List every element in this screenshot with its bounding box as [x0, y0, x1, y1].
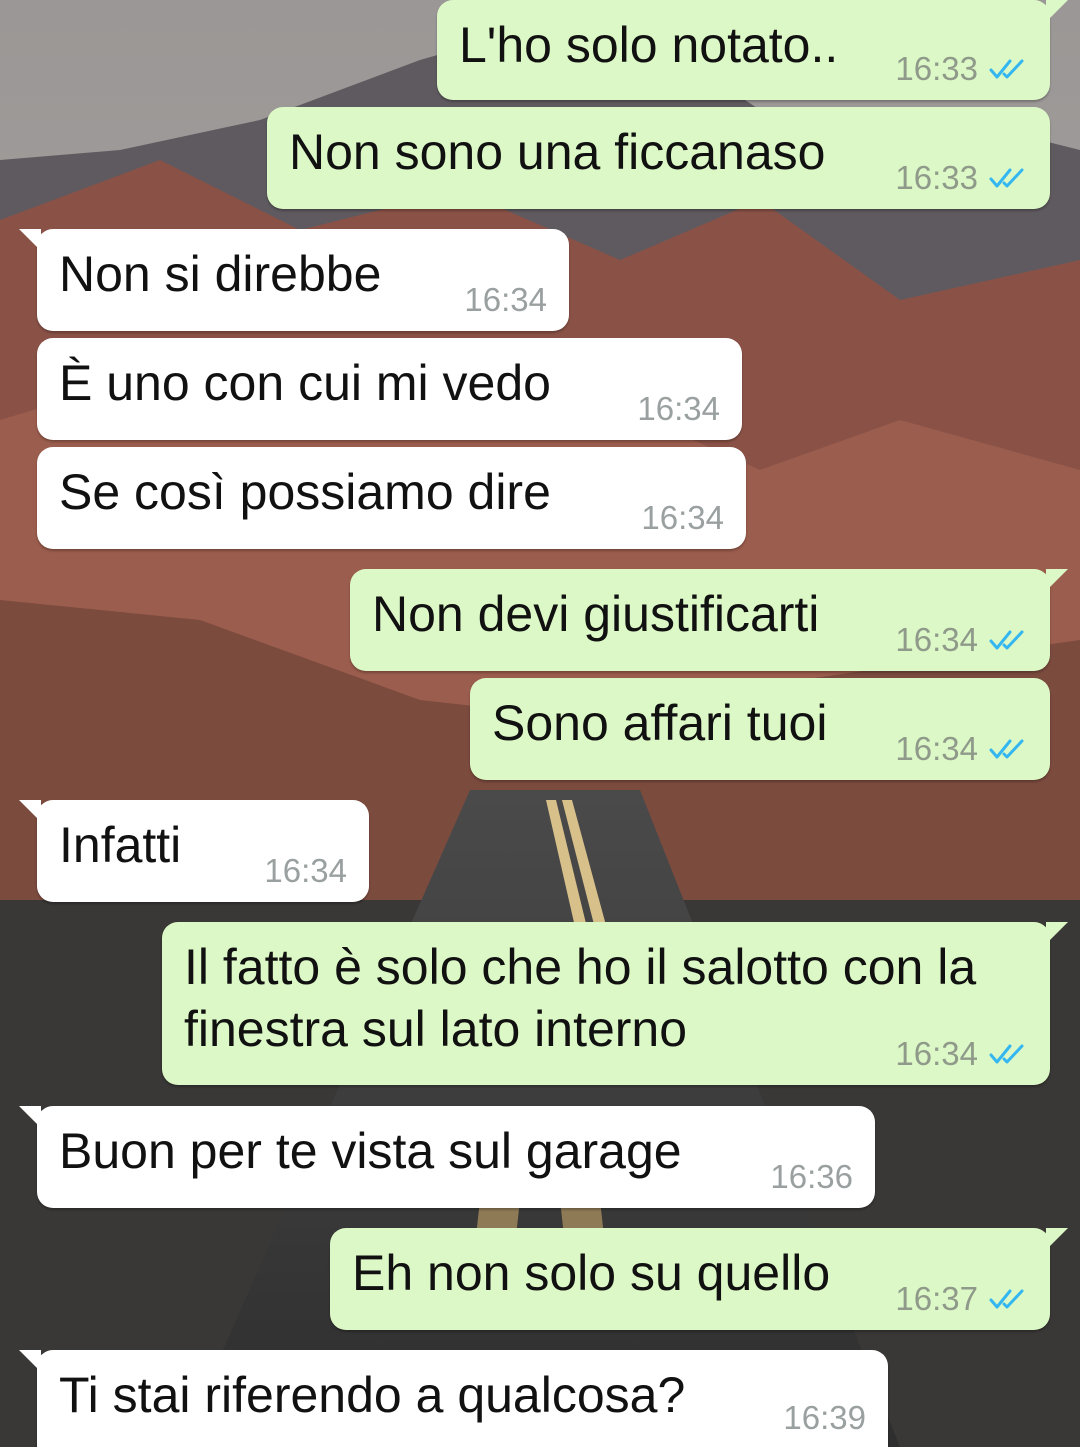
- message-text: Se così possiamo dire: [59, 464, 551, 520]
- message-meta: 16:34: [641, 499, 724, 537]
- message-bubble-outgoing[interactable]: Non devi giustificarti 16:34: [350, 569, 1068, 671]
- message-time: 16:34: [895, 730, 978, 767]
- message-bubble-outgoing[interactable]: Eh non solo su quello 16:37: [330, 1228, 1068, 1330]
- message-meta: 16:37: [895, 1280, 1028, 1318]
- message-text: Non si direbbe: [59, 246, 382, 302]
- message-meta: 16:36: [770, 1158, 853, 1196]
- chat-area: L'ho solo notato.. 16:33 Non sono una fi…: [0, 0, 1080, 1447]
- message-bubble-outgoing[interactable]: Il fatto è solo che ho il salotto con la…: [162, 922, 1068, 1085]
- message-text: Eh non solo su quello: [352, 1245, 831, 1301]
- message-text: È uno con cui mi vedo: [59, 355, 551, 411]
- message-time: 16:34: [895, 621, 978, 658]
- message-bubble-incoming[interactable]: È uno con cui mi vedo 16:34: [37, 338, 742, 440]
- message-meta: 16:33: [895, 159, 1028, 197]
- message-time: 16:34: [264, 852, 347, 889]
- message-bubble-incoming[interactable]: Buon per te vista sul garage 16:36: [19, 1106, 875, 1208]
- double-check-read-icon: [988, 1042, 1028, 1066]
- message-meta: 16:33: [895, 50, 1028, 88]
- message-text: Non devi giustificarti: [372, 586, 820, 642]
- message-bubble-outgoing[interactable]: Non sono una ficcanaso 16:33: [267, 107, 1050, 209]
- message-time: 16:33: [895, 50, 978, 87]
- double-check-read-icon: [988, 737, 1028, 761]
- message-text: Infatti: [59, 817, 182, 873]
- message-meta: 16:39: [783, 1399, 866, 1437]
- message-time: 16:34: [637, 390, 720, 427]
- message-time: 16:37: [895, 1280, 978, 1317]
- message-bubble-incoming[interactable]: Infatti 16:34: [19, 800, 369, 902]
- message-time: 16:33: [895, 159, 978, 196]
- message-text: L'ho solo notato..: [459, 17, 839, 73]
- message-meta: 16:34: [895, 621, 1028, 659]
- message-bubble-incoming[interactable]: Ti stai riferendo a qualcosa? 16:39: [19, 1350, 888, 1447]
- message-meta: 16:34: [637, 390, 720, 428]
- message-text: Sono affari tuoi: [492, 695, 828, 751]
- message-bubble-outgoing[interactable]: Sono affari tuoi 16:34: [470, 678, 1050, 780]
- double-check-read-icon: [988, 57, 1028, 81]
- message-text: Buon per te vista sul garage: [59, 1123, 682, 1179]
- message-bubble-incoming[interactable]: Se così possiamo dire 16:34: [37, 447, 746, 549]
- message-meta: 16:34: [895, 1035, 1028, 1073]
- double-check-read-icon: [988, 166, 1028, 190]
- message-meta: 16:34: [264, 852, 347, 890]
- double-check-read-icon: [988, 1287, 1028, 1311]
- message-bubble-incoming[interactable]: Non si direbbe 16:34: [19, 229, 569, 331]
- double-check-read-icon: [988, 628, 1028, 652]
- message-time: 16:34: [464, 281, 547, 318]
- message-text: Non sono una ficcanaso: [289, 124, 826, 180]
- message-meta: 16:34: [464, 281, 547, 319]
- message-text: Ti stai riferendo a qualcosa?: [59, 1367, 686, 1423]
- message-time: 16:39: [783, 1399, 866, 1436]
- message-time: 16:36: [770, 1158, 853, 1195]
- message-bubble-outgoing[interactable]: L'ho solo notato.. 16:33: [437, 0, 1068, 100]
- message-meta: 16:34: [895, 730, 1028, 768]
- message-time: 16:34: [641, 499, 724, 536]
- message-time: 16:34: [895, 1035, 978, 1072]
